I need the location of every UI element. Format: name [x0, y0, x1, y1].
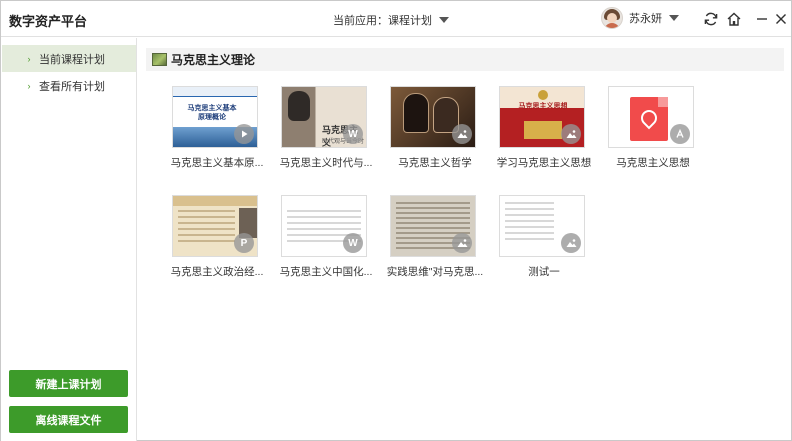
- file-label: 实践思维"对马克思...: [386, 266, 484, 278]
- image-icon: [561, 233, 581, 253]
- file-thumbnail: [499, 195, 585, 257]
- section-header: 马克思主义理论: [146, 48, 784, 71]
- minimize-icon[interactable]: [753, 9, 771, 29]
- file-label: 马克思主义中国化...: [279, 266, 373, 278]
- app-window: 数字资产平台 当前应用：课程计划 苏永妍 › 当前课程计划 › 查看所有计划 新…: [0, 0, 792, 441]
- bullet-icon: ›: [27, 53, 31, 64]
- file-thumbnail: W: [281, 195, 367, 257]
- title-bar: 数字资产平台 当前应用：课程计划 苏永妍: [1, 1, 791, 37]
- file-label: 马克思主义思想: [616, 157, 690, 169]
- sidebar-item-label: 当前课程计划: [39, 53, 105, 66]
- ppt-icon: P: [234, 233, 254, 253]
- current-app-dropdown[interactable]: 当前应用：课程计划: [333, 12, 449, 28]
- bullet-icon: ›: [27, 80, 31, 91]
- file-label: 马克思主义哲学: [398, 157, 472, 169]
- file-thumbnail: [608, 86, 694, 148]
- home-icon[interactable]: [725, 9, 743, 29]
- file-label: 马克思主义政治经...: [170, 266, 264, 278]
- acrobat-icon: [670, 124, 690, 144]
- file-label: 马克思主义时代与...: [279, 157, 373, 169]
- file-thumbnail: [390, 195, 476, 257]
- file-thumbnail: P: [172, 195, 258, 257]
- image-icon: [452, 124, 472, 144]
- file-thumbnail: [390, 86, 476, 148]
- file-thumbnail: 马克思主义思想: [499, 86, 585, 148]
- file-thumbnail: 马克思主义 时代观与当今时代 W: [281, 86, 367, 148]
- user-name: 苏永妍: [629, 13, 662, 25]
- refresh-icon[interactable]: [702, 9, 720, 29]
- sidebar-item-current-plan[interactable]: › 当前课程计划: [2, 45, 136, 72]
- user-menu[interactable]: 苏永妍: [601, 7, 679, 29]
- play-icon: [234, 124, 254, 144]
- word-icon: W: [343, 233, 363, 253]
- chevron-down-icon: [439, 17, 449, 23]
- avatar: [601, 7, 623, 29]
- section-title: 马克思主义理论: [171, 53, 256, 67]
- file-label: 马克思主义基本原...: [170, 157, 264, 169]
- sidebar-item-label: 查看所有计划: [39, 80, 105, 93]
- app-title: 数字资产平台: [9, 14, 88, 29]
- new-plan-button[interactable]: 新建上课计划: [9, 370, 128, 397]
- close-icon[interactable]: [772, 9, 790, 29]
- offline-files-button[interactable]: 离线课程文件: [9, 406, 128, 433]
- pdf-icon: [630, 97, 668, 141]
- sidebar-item-all-plans[interactable]: › 查看所有计划: [2, 72, 136, 99]
- landscape-icon: [152, 53, 167, 66]
- current-app-label: 当前应用：课程计划: [333, 15, 432, 27]
- word-icon: W: [343, 124, 363, 144]
- sidebar: › 当前课程计划 › 查看所有计划 新建上课计划 离线课程文件: [1, 38, 137, 441]
- chevron-down-icon: [669, 15, 679, 21]
- file-label: 学习马克思主义思想: [496, 157, 592, 169]
- image-icon: [561, 124, 581, 144]
- image-icon: [452, 233, 472, 253]
- file-label: 测试一: [528, 266, 560, 278]
- file-thumbnail: 马克思主义基本 原理概论: [172, 86, 258, 148]
